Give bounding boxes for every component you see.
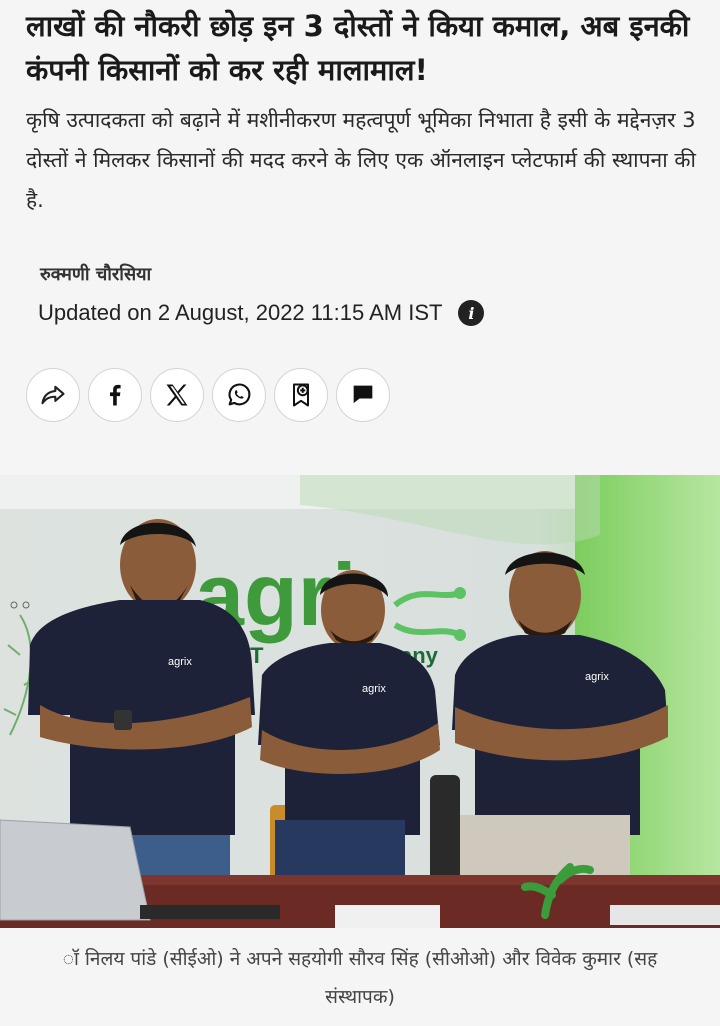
author-name[interactable]: रुक्मणी चौरसिया [40,262,151,286]
whatsapp-share-button[interactable] [212,368,266,422]
shirt-logo-2: agrix [362,683,386,695]
updated-timestamp: Updated on 2 August, 2022 11:15 AM IST [38,300,443,325]
x-share-button[interactable] [150,368,204,422]
share-icon [41,385,65,405]
article-photo: agri T any agrix agrix agrix [0,475,720,928]
article-summary: कृषि उत्पादकता को बढ़ाने में मशीनीकरण मह… [26,108,696,212]
share-bar [26,368,390,422]
caption-line-1: ॉ निलय पांडे (सीईओ) ने अपने सहयोगी सौरव … [62,948,658,970]
shirt-logo-1: agrix [168,656,192,668]
facebook-share-button[interactable] [88,368,142,422]
photo-caption: ॉ निलय पांडे (सीईओ) ने अपने सहयोगी सौरव … [0,940,720,1016]
comment-button[interactable] [336,368,390,422]
bookmark-add-icon [293,383,309,407]
facebook-icon [109,384,121,406]
x-icon [166,384,188,406]
wall-tagline-left: T [250,643,264,668]
updated-row: Updated on 2 August, 2022 11:15 AM IST i [38,296,485,330]
share-button[interactable] [26,368,80,422]
shirt-logo-3: agrix [585,671,609,683]
comment-icon [353,385,373,404]
article-headline: लाखों की नौकरी छोड़ इन 3 दोस्तों ने किया… [26,9,690,87]
whatsapp-icon [228,383,251,406]
bookmark-button[interactable] [274,368,328,422]
info-icon[interactable]: i [458,300,485,326]
caption-line-2: संस्थापक) [325,986,395,1008]
